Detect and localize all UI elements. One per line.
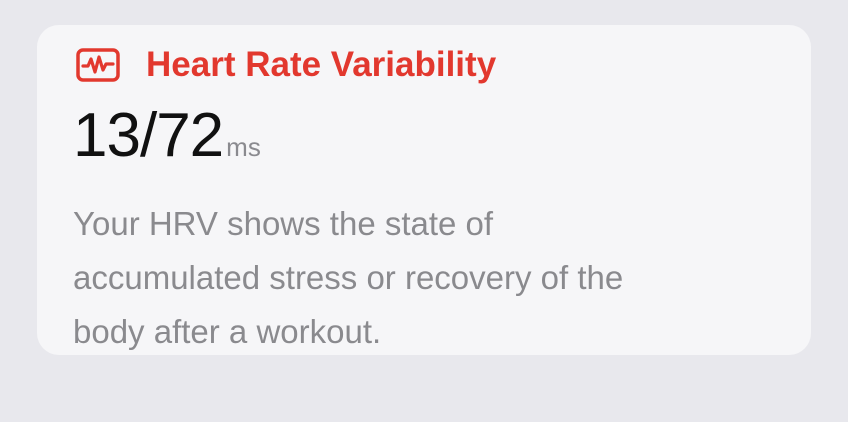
hrv-value: 13/72: [73, 101, 224, 170]
description-line: accumulated stress or recovery of the: [73, 259, 624, 296]
description-line: Your HRV shows the state of: [73, 205, 494, 242]
hrv-value-row: 13/72 ms: [73, 105, 261, 167]
card-header: Heart Rate Variability: [76, 45, 496, 85]
hrv-unit: ms: [226, 132, 261, 162]
hrv-card: Heart Rate Variability 13/72 ms Your HRV…: [37, 25, 811, 355]
hrv-description: Your HRV shows the state of accumulated …: [73, 197, 773, 359]
waveform-icon: [76, 48, 120, 82]
description-line: body after a workout.: [73, 313, 382, 350]
card-title: Heart Rate Variability: [146, 45, 497, 84]
